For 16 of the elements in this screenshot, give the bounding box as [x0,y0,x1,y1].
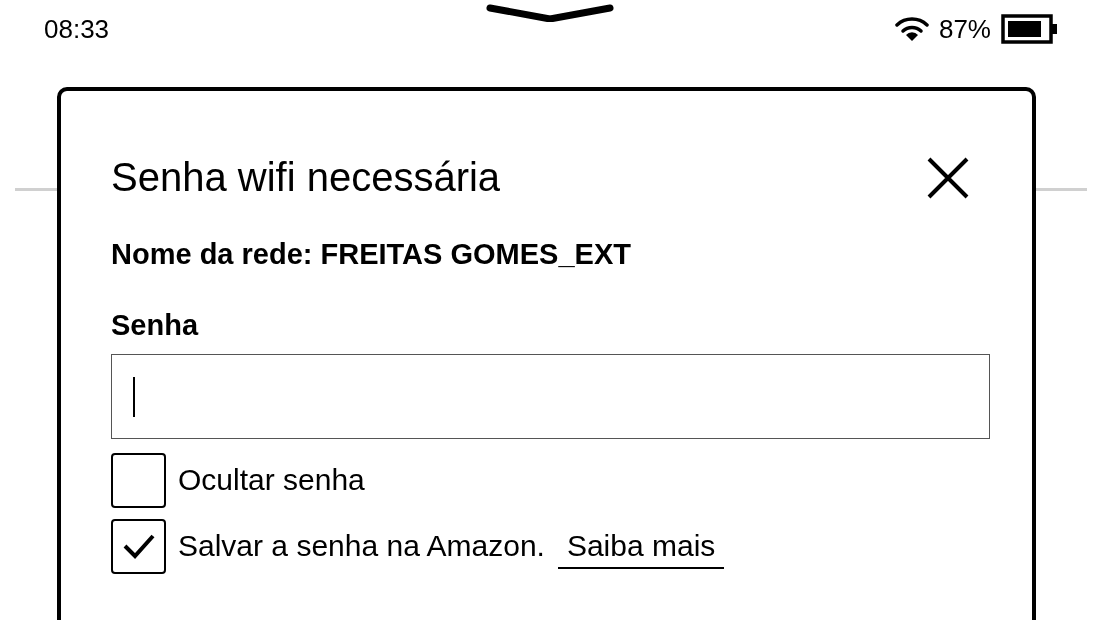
battery-percent: 87% [938,13,991,45]
password-field[interactable] [111,354,990,439]
checkmark-icon [121,533,156,559]
learn-more-link[interactable]: Saiba mais [557,529,725,569]
field-label: Senha [111,309,200,342]
chevron-down-icon[interactable] [486,4,614,22]
checkbox-label: Ocultar senha [178,463,365,497]
network-name: Nome da rede: FREITAS GOMES_EXT [111,238,632,271]
close-icon[interactable] [926,155,970,200]
dialog-title: Senha wifi necessária [111,155,501,200]
checkbox[interactable] [111,518,166,574]
clock-time: 08:33 [44,13,111,45]
checkbox-label: Salvar a senha na Amazon. [178,529,545,563]
wifi-icon [894,16,929,42]
checkbox[interactable] [111,452,166,508]
battery-icon [1001,14,1059,44]
